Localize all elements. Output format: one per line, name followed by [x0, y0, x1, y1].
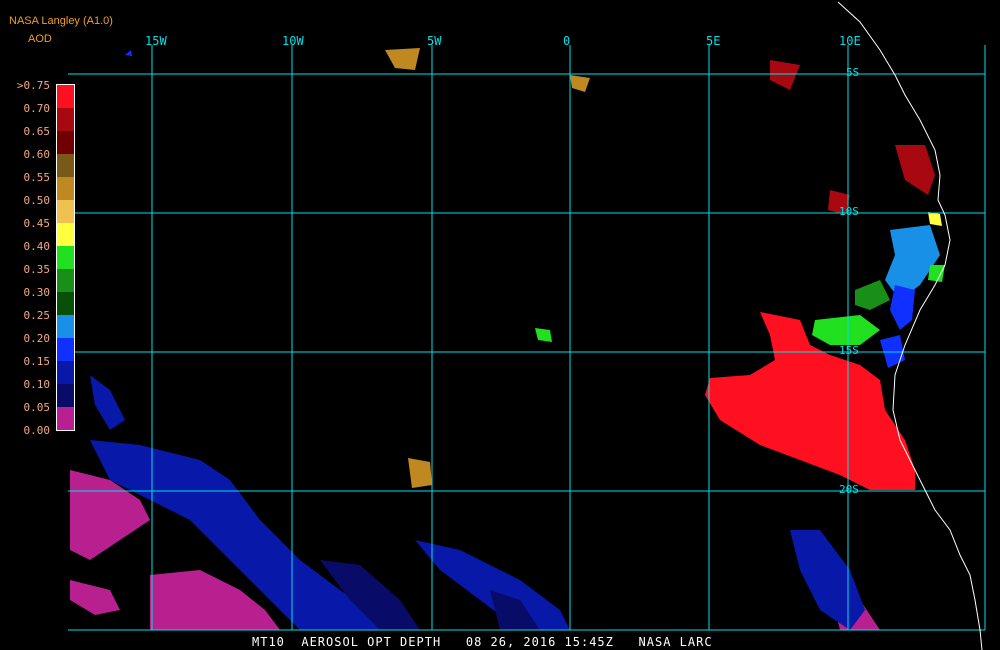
aod-region-yellow [928, 212, 942, 226]
legend-swatch [57, 177, 74, 200]
lat-label-15s: 15S [839, 344, 859, 357]
legend-label: >0.75 [16, 79, 50, 92]
aod-region-red [705, 312, 915, 490]
lon-label-10e: 10E [839, 34, 861, 48]
legend-label: 0.10 [23, 378, 51, 391]
lon-label-5w: 5W [427, 34, 442, 48]
lat-label-20s: 20S [839, 483, 859, 496]
legend-swatch [57, 154, 74, 177]
legend-swatch [57, 315, 74, 338]
footer-caption: MT10 AEROSOL OPT DEPTH 08 26, 2016 15:45… [252, 635, 713, 649]
legend-swatch [57, 361, 74, 384]
legend-label: 0.20 [23, 332, 51, 345]
aerosol-data [70, 48, 945, 630]
lon-label-10w: 10W [282, 34, 304, 48]
legend-label: 0.65 [23, 125, 51, 138]
legend-swatch [57, 200, 74, 223]
lat-label-10s: 10S [839, 205, 859, 218]
legend-label: 0.55 [23, 171, 51, 184]
legend-swatch [57, 407, 74, 430]
legend-label: 0.35 [23, 263, 51, 276]
aod-region-green [535, 265, 945, 345]
legend-label: 0.60 [23, 148, 51, 161]
legend-swatch [57, 131, 74, 154]
aod-region-blue-marker [125, 50, 132, 56]
aod-region-darkred [770, 60, 935, 215]
legend-swatch [57, 384, 74, 407]
legend-label: 0.30 [23, 286, 51, 299]
legend-label: 0.45 [23, 217, 51, 230]
lon-label-0: 0 [563, 34, 571, 48]
legend-swatch [57, 246, 74, 269]
legend-swatch [57, 223, 74, 246]
lon-label-15w: 15W [145, 34, 167, 48]
legend-label: 0.00 [23, 424, 51, 437]
aod-region-orange [385, 48, 590, 488]
legend-label: 0.70 [23, 102, 51, 115]
lat-label-5s: 5S [846, 66, 860, 79]
legend-label: 0.25 [23, 309, 51, 322]
legend-swatch [57, 108, 74, 131]
aod-region-blue [885, 225, 940, 300]
legend-swatch [57, 269, 74, 292]
legend-label: 0.40 [23, 240, 51, 253]
lon-label-5e: 5E [706, 34, 721, 48]
map-canvas [68, 1, 986, 650]
legend-label: 0.15 [23, 355, 51, 368]
aod-region-darkgreen [855, 280, 890, 310]
legend-swatch [57, 338, 74, 361]
legend-label: 0.05 [23, 401, 51, 414]
legend-swatch [57, 85, 74, 108]
color-legend [56, 84, 75, 431]
legend-label: 0.50 [23, 194, 51, 207]
legend-swatch [57, 292, 74, 315]
